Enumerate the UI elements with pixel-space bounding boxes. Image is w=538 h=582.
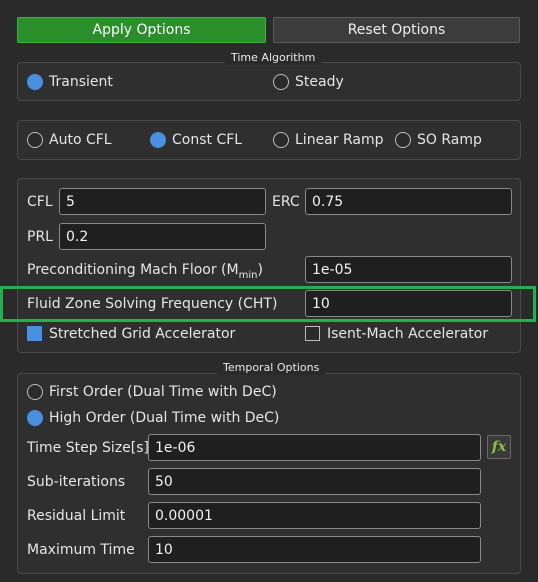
first-order-label[interactable]: First Order (Dual Time with DeC) — [49, 383, 277, 401]
auto-cfl-radio[interactable] — [27, 132, 43, 148]
maximum-time-label: Maximum Time — [27, 542, 135, 558]
cfl-input[interactable] — [59, 188, 266, 215]
auto-cfl-label[interactable]: Auto CFL — [49, 131, 112, 149]
sub-iterations-label: Sub-iterations — [27, 474, 126, 490]
cht-frequency-input[interactable] — [305, 290, 512, 317]
erc-label: ERC — [272, 194, 300, 210]
isent-mach-label[interactable]: Isent-Mach Accelerator — [327, 325, 488, 343]
stretched-grid-checkbox[interactable] — [27, 326, 42, 341]
residual-limit-input[interactable] — [148, 502, 481, 529]
mach-floor-label: Preconditioning Mach Floor (Mmin) — [27, 262, 263, 281]
prl-label: PRL — [27, 229, 53, 245]
high-order-radio[interactable] — [27, 410, 43, 426]
steady-label[interactable]: Steady — [295, 73, 344, 91]
high-order-label[interactable]: High Order (Dual Time with DeC) — [49, 409, 279, 427]
transient-radio[interactable] — [27, 74, 43, 90]
maximum-time-input[interactable] — [148, 536, 481, 563]
erc-input[interactable] — [305, 188, 512, 215]
cht-frequency-label: Fluid Zone Solving Frequency (CHT) — [27, 296, 278, 312]
reset-options-button[interactable]: Reset Options — [273, 17, 520, 43]
steady-radio[interactable] — [273, 74, 289, 90]
so-ramp-radio[interactable] — [395, 132, 411, 148]
residual-limit-label: Residual Limit — [27, 508, 126, 524]
time-algorithm-title: Time Algorithm — [225, 51, 322, 65]
mach-floor-input[interactable] — [305, 256, 512, 283]
so-ramp-label[interactable]: SO Ramp — [417, 131, 482, 149]
time-step-input[interactable] — [148, 434, 481, 461]
fx-function-button[interactable]: fx — [487, 435, 511, 459]
transient-label[interactable]: Transient — [49, 73, 113, 91]
first-order-radio[interactable] — [27, 384, 43, 400]
sub-iterations-input[interactable] — [148, 468, 481, 495]
linear-ramp-label[interactable]: Linear Ramp — [295, 131, 383, 149]
temporal-options-title: Temporal Options — [217, 361, 326, 375]
const-cfl-label[interactable]: Const CFL — [172, 131, 242, 149]
linear-ramp-radio[interactable] — [273, 132, 289, 148]
time-step-label: Time Step Size[s] — [27, 440, 149, 456]
isent-mach-checkbox[interactable] — [305, 326, 320, 341]
cfl-label: CFL — [27, 194, 53, 210]
apply-options-button[interactable]: Apply Options — [17, 17, 266, 43]
mach-floor-subscript: min — [238, 269, 258, 281]
stretched-grid-label[interactable]: Stretched Grid Accelerator — [49, 325, 235, 343]
const-cfl-radio[interactable] — [150, 132, 166, 148]
prl-input[interactable] — [59, 223, 266, 250]
